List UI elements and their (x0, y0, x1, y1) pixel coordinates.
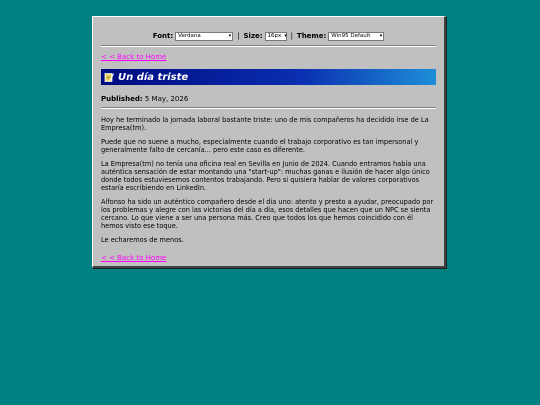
published-label: Published: (101, 95, 143, 103)
toolbar-divider (101, 45, 436, 47)
post-paragraph: Le echaremos de menos. (101, 236, 184, 244)
chevron-down-icon: ▾ (284, 33, 287, 39)
published-info: Published: 5 May, 2026 (101, 95, 188, 103)
back-to-home-link[interactable]: < < Back to Home (101, 53, 166, 61)
size-select[interactable]: 16px ▾ (264, 31, 287, 41)
theme-label: Theme: (296, 32, 327, 40)
size-select-value: 16px (267, 33, 282, 39)
font-select-value: Verdana (178, 33, 201, 39)
post-title: Un día triste (118, 71, 189, 83)
back-to-home-link-bottom[interactable]: < < Back to Home (101, 254, 166, 262)
separator: | (237, 32, 240, 40)
post-paragraph: Puede que no suene a mucho, especialment… (101, 138, 419, 154)
blog-window: Font: Verdana ▾ | Size: 16px ▾ | Theme: … (92, 16, 446, 268)
post-paragraph: Alfonso ha sido un auténtico compañero d… (101, 198, 434, 230)
post-paragraph: La Empresa(tm) no tenía una oficina real… (101, 160, 430, 192)
font-label: Font: (152, 32, 174, 40)
post-title-banner: Un día triste (101, 69, 436, 85)
meta-divider (101, 107, 436, 109)
notepad-icon (104, 73, 114, 82)
settings-toolbar: Font: Verdana ▾ | Size: 16px ▾ | Theme: … (101, 29, 436, 43)
chevron-down-icon: ▾ (228, 33, 232, 39)
chevron-down-icon: ▾ (379, 33, 383, 39)
separator: | (290, 32, 293, 40)
theme-select[interactable]: Win95 Default ▾ (328, 31, 385, 41)
published-date: 5 May, 2026 (144, 95, 189, 103)
font-select[interactable]: Verdana ▾ (175, 31, 234, 41)
post-paragraph: Hoy he terminado la jornada laboral bast… (101, 116, 429, 132)
size-label: Size: (243, 32, 263, 40)
theme-select-value: Win95 Default (331, 33, 371, 39)
post-body: Hoy he terminado la jornada laboral bast… (101, 116, 436, 250)
